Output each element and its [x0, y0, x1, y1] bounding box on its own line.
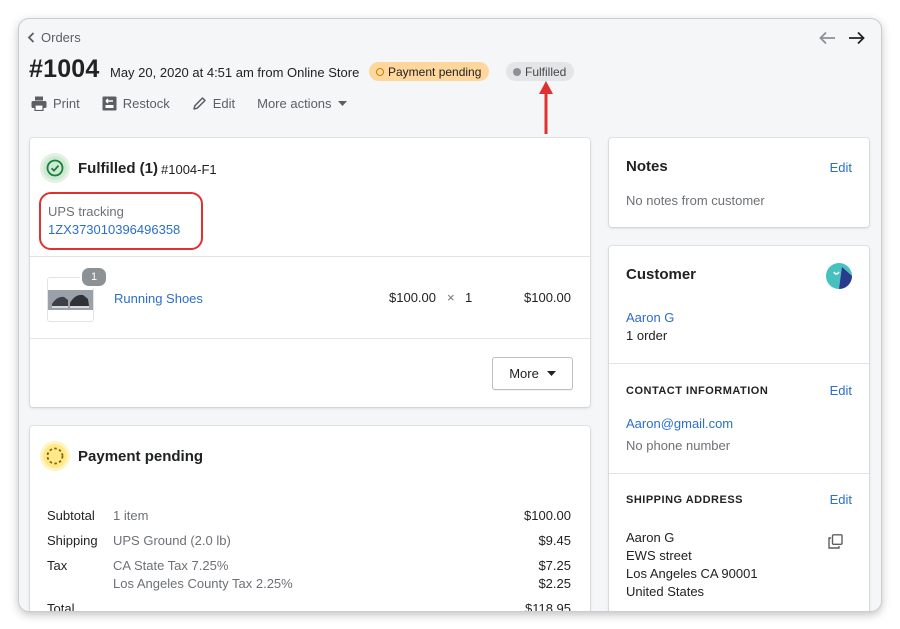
county-tax-value: $2.25 [538, 576, 571, 591]
printer-icon [31, 96, 47, 111]
edit-order-button[interactable]: Edit [192, 96, 235, 111]
fulfillment-code: #1004-F1 [161, 162, 217, 177]
divider [30, 256, 590, 257]
restock-icon [102, 96, 117, 111]
pending-ring-icon [376, 67, 384, 76]
order-navigation [819, 31, 865, 50]
product-link[interactable]: Running Shoes [114, 291, 203, 306]
address-line-1: Aaron G [626, 530, 675, 545]
payment-status-icon [43, 444, 67, 468]
times-sign: × [447, 290, 455, 305]
shipping-value: $9.45 [538, 533, 571, 548]
address-line-2: EWS street [626, 548, 692, 563]
arrow-left-icon [819, 31, 835, 45]
customer-orders: 1 order [626, 328, 668, 343]
notes-text: No notes from customer [626, 193, 765, 208]
quantity-badge: 1 [80, 266, 108, 288]
shipping-label: Shipping [47, 533, 98, 548]
fulfillment-card: Fulfilled (1) #1004-F1 UPS tracking 1ZX3… [30, 138, 590, 407]
notes-title: Notes [626, 158, 668, 175]
line-total: $100.00 [524, 290, 571, 305]
order-actions: Print Restock Edit More actions [31, 96, 347, 111]
copy-icon [828, 534, 843, 549]
customer-title: Customer [626, 266, 697, 283]
order-number: #1004 [29, 55, 100, 83]
customer-name-link[interactable]: Aaron G [626, 309, 674, 327]
caret-down-icon [337, 101, 347, 106]
payment-pending-badge: Payment pending [369, 62, 490, 81]
copy-address-button[interactable] [828, 534, 843, 554]
divider [30, 338, 590, 339]
tracking-label: UPS tracking [48, 204, 124, 219]
status-dot-icon [513, 67, 521, 76]
unit-price: $100.00 [389, 290, 436, 305]
tracking-number-link[interactable]: 1ZX373010396496358 [48, 222, 180, 237]
notes-card: Notes Edit No notes from customer [609, 138, 869, 227]
restock-button[interactable]: Restock [102, 96, 170, 111]
total-label: Total [47, 601, 75, 611]
divider [609, 473, 869, 474]
tax-label: Tax [47, 558, 68, 573]
next-order-button[interactable] [848, 31, 865, 50]
contact-heading: CONTACT INFORMATION [626, 385, 769, 397]
state-tax-desc: CA State Tax 7.25% [113, 558, 229, 573]
total-value: $118.95 [524, 601, 571, 611]
avatar[interactable] [826, 263, 852, 289]
state-tax-value: $7.25 [538, 558, 571, 573]
back-to-orders-link[interactable]: Orders [27, 30, 81, 45]
print-button[interactable]: Print [31, 96, 80, 111]
previous-order-button[interactable] [819, 31, 836, 50]
fulfillment-title: Fulfilled (1) [78, 160, 158, 177]
customer-avatar-icon [826, 263, 852, 289]
arrow-right-icon [849, 31, 865, 45]
address-line-4: United States [626, 584, 705, 599]
line-quantity: 1 [465, 290, 473, 305]
app-window: Orders #1004 May 20, 2020 at 4:51 am fro… [19, 19, 881, 611]
county-tax-desc: Los Angeles County Tax 2.25% [113, 576, 293, 591]
check-circle-icon [46, 159, 64, 177]
subtotal-desc: 1 item [113, 508, 149, 523]
address-line-3: Los Angeles CA 90001 [626, 566, 758, 581]
subtotal-value: $100.00 [524, 508, 571, 523]
more-button[interactable]: More [492, 357, 573, 390]
customer-phone: No phone number [626, 438, 731, 453]
payment-title: Payment pending [78, 448, 204, 465]
edit-shipping-link[interactable]: Edit [830, 492, 852, 507]
more-actions-button[interactable]: More actions [257, 96, 347, 111]
pending-circle-icon [46, 447, 64, 465]
customer-email-link[interactable]: Aaron@gmail.com [626, 415, 733, 433]
subtotal-label: Subtotal [47, 508, 95, 523]
shipping-desc: UPS Ground (2.0 lb) [113, 533, 231, 548]
pencil-icon [192, 97, 206, 110]
annotation-arrow-icon [539, 81, 553, 134]
customer-card: Customer Aaron G 1 order CONTACT INFORMA… [609, 246, 869, 611]
back-label: Orders [41, 30, 81, 45]
fulfilled-status-icon [43, 156, 67, 180]
edit-contact-link[interactable]: Edit [830, 383, 852, 398]
divider [609, 363, 869, 364]
payment-card: Payment pending Subtotal 1 item $100.00 … [30, 426, 590, 611]
chevron-left-icon [27, 32, 35, 43]
tracking-highlight [39, 192, 203, 250]
caret-down-icon [546, 371, 556, 376]
order-meta: May 20, 2020 at 4:51 am from Online Stor… [110, 65, 360, 80]
shipping-heading: SHIPPING ADDRESS [626, 494, 744, 506]
edit-notes-link[interactable]: Edit [830, 160, 852, 175]
